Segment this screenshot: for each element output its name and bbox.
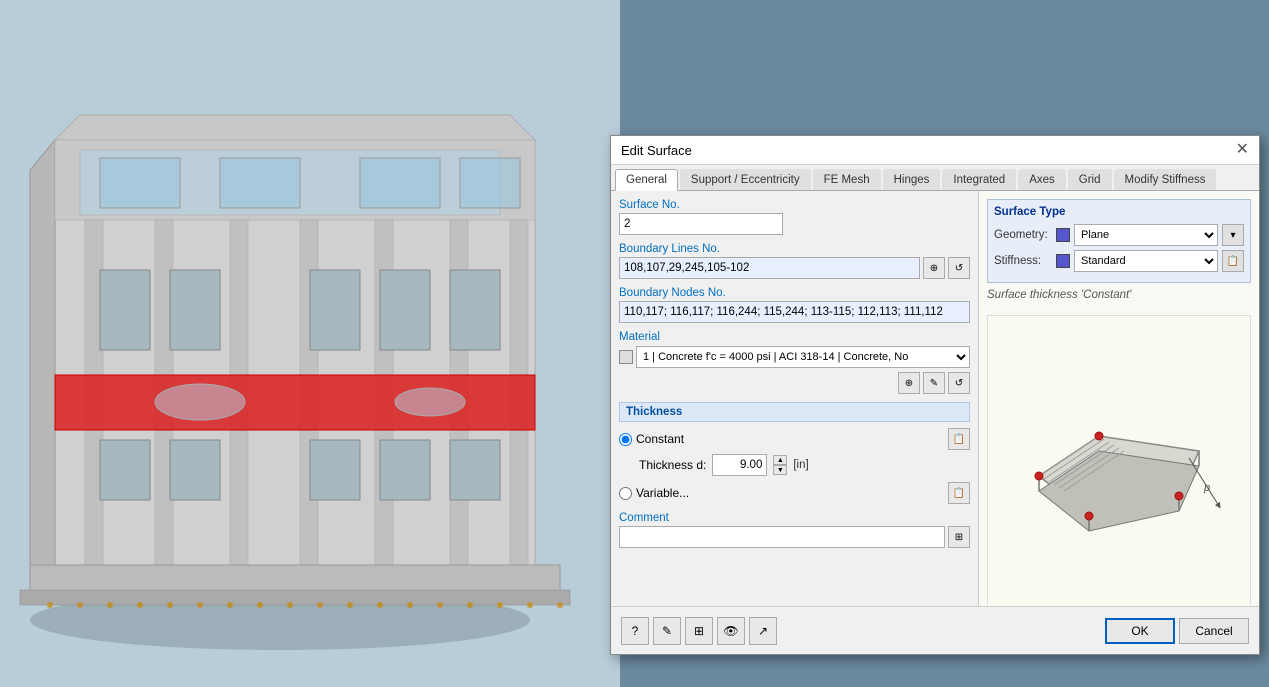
variable-icon-btn[interactable]: 📋: [948, 482, 970, 504]
thickness-d-input[interactable]: [712, 454, 767, 476]
stiffness-label: Stiffness:: [994, 255, 1052, 267]
thickness-d-row: Thickness d: ▲ ▼ [in]: [639, 454, 970, 476]
tab-general[interactable]: General: [615, 169, 678, 191]
tab-support[interactable]: Support / Eccentricity: [680, 169, 811, 190]
material-label: Material: [619, 331, 970, 343]
stiffness-info-btn[interactable]: 📋: [1222, 250, 1244, 272]
boundary-lines-info-btn[interactable]: ↺: [948, 257, 970, 279]
material-pick-btn[interactable]: ⊕: [898, 372, 920, 394]
comment-row: ⊞: [619, 526, 970, 548]
tab-modify-stiffness[interactable]: Modify Stiffness: [1114, 169, 1217, 190]
tab-integrated[interactable]: Integrated: [942, 169, 1016, 190]
building-background: [0, 0, 620, 687]
boundary-nodes-row: [619, 301, 970, 323]
boundary-lines-pick-btn[interactable]: ⊕: [923, 257, 945, 279]
right-panel: Surface Type Geometry: Plane ▾ Stiffness…: [979, 191, 1259, 644]
constant-radio[interactable]: [619, 433, 632, 446]
dialog-bottom: ? ✎ ⊞ 👁 ↗ OK Cancel: [611, 606, 1259, 654]
surface-no-group: Surface No.: [619, 199, 970, 235]
comment-icon-btn[interactable]: ⊞: [948, 526, 970, 548]
tab-bar: General Support / Eccentricity FE Mesh H…: [611, 165, 1259, 191]
material-row: 1 | Concrete f'c = 4000 psi | ACI 318-14…: [619, 345, 970, 369]
geometry-label: Geometry:: [994, 229, 1052, 241]
boundary-lines-row: ⊕ ↺: [619, 257, 970, 279]
tab-grid[interactable]: Grid: [1068, 169, 1112, 190]
material-info-btn[interactable]: ↺: [948, 372, 970, 394]
tab-fe-mesh[interactable]: FE Mesh: [813, 169, 881, 190]
table-btn[interactable]: ⊞: [685, 617, 713, 645]
comment-label: Comment: [619, 512, 970, 524]
geometry-row: Geometry: Plane ▾: [994, 224, 1244, 246]
variable-label: Variable...: [636, 486, 689, 500]
stiffness-swatch: [1056, 254, 1070, 268]
edit-btn[interactable]: ✎: [653, 617, 681, 645]
boundary-nodes-label: Boundary Nodes No.: [619, 287, 970, 299]
material-actions: ⊕ ✎ ↺: [619, 372, 970, 394]
shape-preview: p: [987, 315, 1251, 636]
boundary-lines-label: Boundary Lines No.: [619, 243, 970, 255]
surface-no-input[interactable]: [619, 213, 783, 235]
material-swatch: [619, 350, 633, 364]
help-btn[interactable]: ?: [621, 617, 649, 645]
variable-radio[interactable]: [619, 487, 632, 500]
left-panel: Surface No. Boundary Lines No. ⊕ ↺ Bound…: [611, 191, 979, 644]
surface-type-panel: Surface Type Geometry: Plane ▾ Stiffness…: [987, 199, 1251, 283]
geometry-select[interactable]: Plane: [1074, 224, 1218, 246]
tab-hinges[interactable]: Hinges: [883, 169, 941, 190]
dialog-content: Surface No. Boundary Lines No. ⊕ ↺ Bound…: [611, 191, 1259, 644]
constant-label: Constant: [636, 432, 684, 446]
geometry-swatch: [1056, 228, 1070, 242]
thickness-spinner: ▲ ▼: [773, 455, 787, 475]
boundary-lines-input[interactable]: [619, 257, 920, 279]
boundary-lines-group: Boundary Lines No. ⊕ ↺: [619, 243, 970, 279]
surface-no-label: Surface No.: [619, 199, 970, 211]
comment-input[interactable]: [619, 526, 945, 548]
comment-section: Comment ⊞: [619, 512, 970, 548]
ok-button[interactable]: OK: [1105, 618, 1175, 644]
dialog-titlebar: Edit Surface ✕: [611, 136, 1259, 165]
select-btn[interactable]: ↗: [749, 617, 777, 645]
thickness-d-label: Thickness d:: [639, 458, 706, 472]
edit-surface-dialog: Edit Surface ✕ General Support / Eccentr…: [610, 135, 1260, 655]
cancel-button[interactable]: Cancel: [1179, 618, 1249, 644]
svg-text:p: p: [1203, 482, 1210, 494]
constant-radio-row: Constant 📋: [619, 428, 970, 450]
surface-constant-text: Surface thickness 'Constant': [987, 289, 1251, 301]
thickness-unit: [in]: [793, 459, 808, 471]
surface-type-title: Surface Type: [994, 206, 1244, 218]
dialog-title: Edit Surface: [621, 143, 692, 158]
geometry-info-btn[interactable]: ▾: [1222, 224, 1244, 246]
stiffness-select[interactable]: Standard: [1074, 250, 1218, 272]
boundary-nodes-group: Boundary Nodes No.: [619, 287, 970, 323]
thickness-header: Thickness: [619, 402, 970, 422]
thickness-up-btn[interactable]: ▲: [773, 455, 787, 465]
close-button[interactable]: ✕: [1236, 142, 1249, 158]
boundary-nodes-input[interactable]: [619, 301, 970, 323]
variable-radio-row: Variable... 📋: [619, 482, 970, 504]
stiffness-row: Stiffness: Standard 📋: [994, 250, 1244, 272]
shape-svg: p: [1009, 396, 1229, 556]
thickness-down-btn[interactable]: ▼: [773, 465, 787, 475]
tab-axes[interactable]: Axes: [1018, 169, 1066, 190]
material-edit-btn[interactable]: ✎: [923, 372, 945, 394]
material-select[interactable]: 1 | Concrete f'c = 4000 psi | ACI 318-14…: [636, 346, 970, 368]
view-btn[interactable]: 👁: [717, 617, 745, 645]
thickness-icon-btn[interactable]: 📋: [948, 428, 970, 450]
material-group: Material 1 | Concrete f'c = 4000 psi | A…: [619, 331, 970, 394]
